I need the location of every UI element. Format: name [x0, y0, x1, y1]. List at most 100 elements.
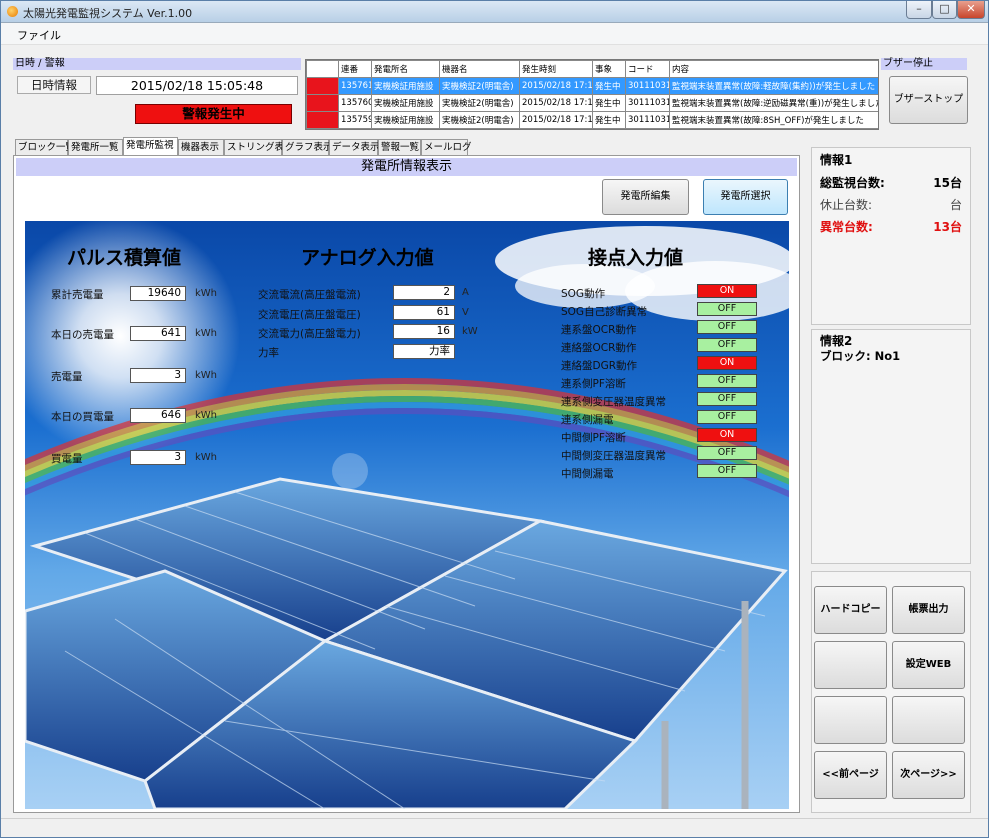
- contact-label: 連系側PF溶断: [561, 378, 626, 390]
- analog-label-pf: 力率: [258, 347, 279, 359]
- contact-label: 連系側変圧器温度異常: [561, 396, 666, 408]
- menu-file[interactable]: ファイル: [17, 27, 61, 43]
- analog-value-voltage: 61: [393, 305, 455, 320]
- datetime-value: 2015/02/18 15:05:48: [96, 76, 298, 95]
- alarm-flag: [306, 94, 339, 112]
- alarm-table[interactable]: 連番 発電所名 機器名 発生時刻 事象 コード 内容 135761 実機検証用施…: [305, 59, 879, 130]
- main-window: 太陽光発電監視システム Ver.1.00 – □ ✕ ファイル 日時 / 警報 …: [0, 0, 989, 838]
- alarm-col-code: コード: [625, 60, 670, 78]
- contact-status: OFF: [697, 338, 757, 352]
- pulse-unit: kWh: [195, 410, 218, 421]
- contact-label: 連系盤OCR動作: [561, 324, 637, 336]
- analog-label-power: 交流電力(高圧盤電力): [258, 328, 361, 340]
- prev-page-button[interactable]: <<前ページ: [814, 751, 887, 799]
- tab-string-view[interactable]: ストリング表示: [224, 139, 294, 155]
- report-output-button[interactable]: 帳票出力: [892, 586, 965, 634]
- contact-status: OFF: [697, 392, 757, 406]
- alarm-row[interactable]: 135760 実機検証用施設 実機検証2(明電舎) 2015/02/18 17:…: [306, 94, 878, 112]
- alarm-cell: 発生中: [592, 111, 626, 129]
- info2-title: 情報2: [820, 334, 853, 348]
- contact-status: OFF: [697, 374, 757, 388]
- pulse-label-today-bought: 本日の買電量: [51, 411, 114, 423]
- analog-section-title: アナログ入力値: [301, 247, 434, 269]
- analog-label-current: 交流電流(高圧盤電流): [258, 289, 361, 301]
- pulse-label-sold: 売電量: [51, 371, 83, 383]
- pulse-value-today-bought: 646: [130, 408, 186, 423]
- alarm-col-flag: [306, 60, 339, 78]
- close-button[interactable]: ✕: [957, 1, 985, 19]
- pulse-value-today-sold: 641: [130, 326, 186, 341]
- alarm-indicator: 警報発生中: [135, 104, 292, 124]
- datetime-label: 日時情報: [17, 76, 91, 94]
- contact-section-title: 接点入力値: [588, 247, 684, 269]
- tab-device-view[interactable]: 機器表示: [178, 139, 224, 155]
- tab-data-view[interactable]: データ表示: [329, 139, 380, 155]
- tab-plant-monitor[interactable]: 発電所監視: [123, 137, 178, 155]
- contact-label: SOG自己診断異常: [561, 306, 648, 318]
- contact-label: SOG動作: [561, 288, 606, 300]
- pulse-value-bought: 3: [130, 450, 186, 465]
- alarm-cell: 2015/02/18 17:10: [519, 94, 593, 112]
- pulse-value-sold: 3: [130, 368, 186, 383]
- alarm-col-plant: 発電所名: [371, 60, 440, 78]
- pulse-label-today-sold: 本日の売電量: [51, 329, 114, 341]
- title-bar: 太陽光発電監視システム Ver.1.00 – □ ✕: [1, 1, 988, 23]
- tab-alarm-list[interactable]: 警報一覧: [378, 139, 421, 155]
- alarm-table-header: 連番 発電所名 機器名 発生時刻 事象 コード 内容: [306, 60, 878, 78]
- analog-unit: V: [462, 307, 469, 318]
- blank-button-2[interactable]: [814, 696, 887, 744]
- contact-label: 中間側変圧器温度異常: [561, 450, 666, 462]
- alarm-cell: 監視端末装置異常(故障:逆励磁異常(重))が発生しました: [669, 94, 878, 112]
- blank-button-3[interactable]: [892, 696, 965, 744]
- solar-scene-image: パルス積算値 累計売電量 19640 kWh 本日の売電量 641 kWh 売電…: [25, 221, 789, 809]
- alarm-cell: 135760: [338, 94, 372, 112]
- tab-block-list[interactable]: ブロック一覧: [15, 139, 75, 155]
- analog-value-current: 2: [393, 285, 455, 300]
- alarm-row[interactable]: 135759 実機検証用施設 実機検証2(明電舎) 2015/02/18 17:…: [306, 111, 878, 129]
- alarm-cell: 301110314: [625, 77, 670, 95]
- minimize-button[interactable]: –: [906, 1, 932, 19]
- plant-info-panel: 発電所情報表示 発電所編集 発電所選択 パルス積算値 累計売電量 19640 k…: [13, 155, 800, 813]
- contact-label: 連絡盤DGR動作: [561, 360, 638, 372]
- tab-plant-list[interactable]: 発電所一覧: [68, 139, 123, 155]
- analog-value-pf: 力率: [393, 344, 455, 359]
- pulse-unit: kWh: [195, 370, 218, 381]
- contact-status: OFF: [697, 464, 757, 478]
- alarm-cell: 実機検証2(明電舎): [439, 77, 520, 95]
- abnormal-count-label: 異常台数:: [820, 220, 873, 234]
- alarm-row[interactable]: 135761 実機検証用施設 実機検証2(明電舎) 2015/02/18 17:…: [306, 77, 878, 95]
- pulse-unit: kWh: [195, 288, 218, 299]
- contact-label: 連絡盤OCR動作: [561, 342, 637, 354]
- alarm-cell: 実機検証2(明電舎): [439, 94, 520, 112]
- pulse-label-total-sold: 累計売電量: [51, 289, 104, 301]
- plant-select-button[interactable]: 発電所選択: [703, 179, 788, 215]
- alarm-cell: 2015/02/18 17:10: [519, 111, 593, 129]
- settings-web-button[interactable]: 設定WEB: [892, 641, 965, 689]
- block-number: ブロック: No1: [820, 349, 901, 363]
- window-title: 太陽光発電監視システム Ver.1.00: [23, 7, 193, 20]
- alarm-cell: 301110310: [625, 111, 670, 129]
- alarm-col-event: 事象: [592, 60, 626, 78]
- info2-box: 情報2 ブロック: No1: [811, 329, 971, 564]
- tab-graph-view[interactable]: グラフ表示: [282, 139, 333, 155]
- buzzer-stop-button[interactable]: ブザーストップ: [889, 76, 968, 124]
- alarm-flag: [306, 77, 339, 95]
- maximize-button[interactable]: □: [932, 1, 957, 19]
- alarm-col-time: 発生時刻: [519, 60, 593, 78]
- blank-button-1[interactable]: [814, 641, 887, 689]
- alarm-cell: 301110312: [625, 94, 670, 112]
- contact-label: 中間側PF溶断: [561, 432, 626, 444]
- hardcopy-button[interactable]: ハードコピー: [814, 586, 887, 634]
- contact-status: OFF: [697, 446, 757, 460]
- alarm-cell: 発生中: [592, 94, 626, 112]
- plant-edit-button[interactable]: 発電所編集: [602, 179, 689, 215]
- abnormal-count-value: 13台: [933, 220, 962, 234]
- total-count-label: 総監視台数:: [820, 176, 885, 190]
- alarm-col-device: 機器名: [439, 60, 520, 78]
- alarm-cell: 実機検証用施設: [371, 77, 440, 95]
- next-page-button[interactable]: 次ページ>>: [892, 751, 965, 799]
- alarm-cell: 135759: [338, 111, 372, 129]
- alarm-col-serial: 連番: [338, 60, 372, 78]
- tab-mail-log[interactable]: メールログ: [421, 139, 472, 155]
- contact-label: 中間側漏電: [561, 468, 614, 480]
